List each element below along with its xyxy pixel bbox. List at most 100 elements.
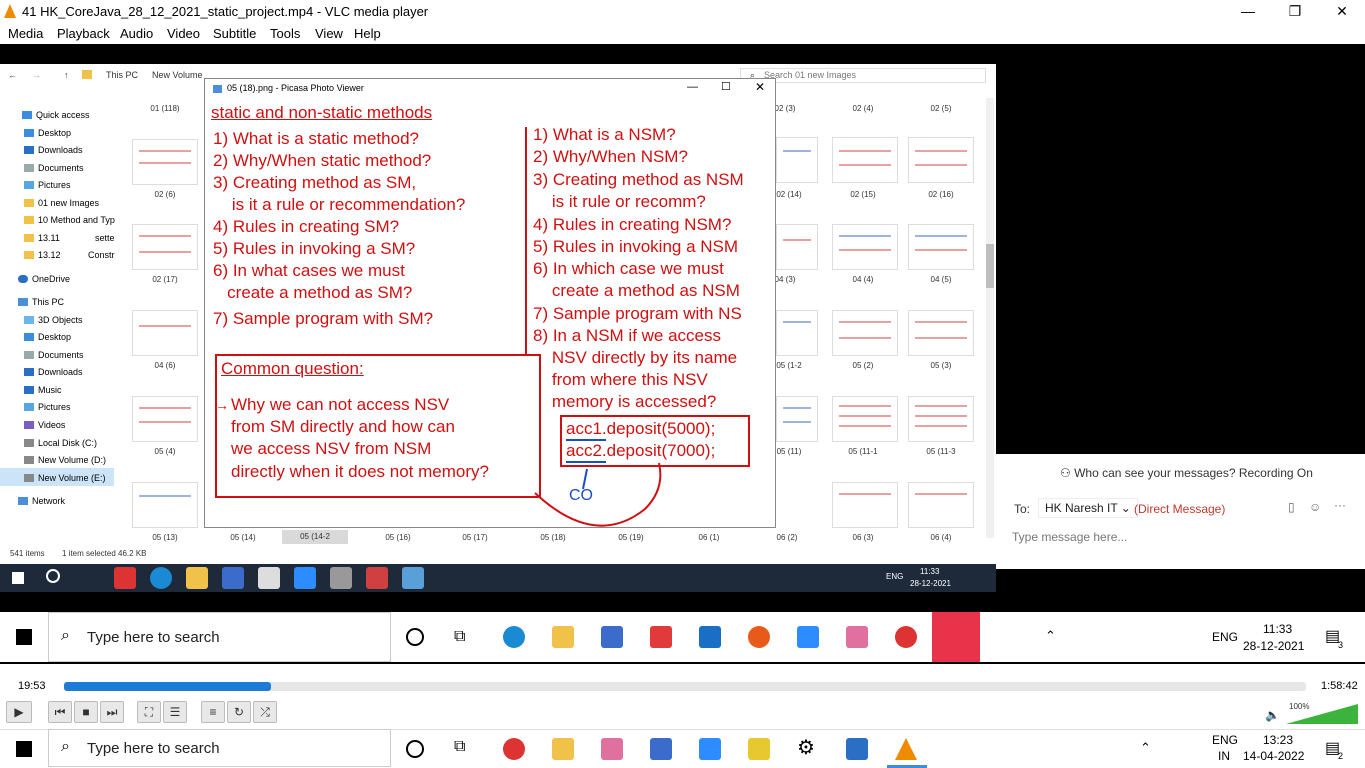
nav-local-disk-c[interactable]: Local Disk (C:)	[24, 438, 97, 448]
menu-view[interactable]: View	[315, 26, 343, 41]
picasa-close-button[interactable]: ✕	[755, 80, 765, 94]
app-icon[interactable]	[601, 738, 623, 760]
minimize-button[interactable]: —	[1225, 0, 1271, 24]
mail-icon[interactable]	[258, 567, 280, 589]
shuffle-button[interactable]: ⤮	[253, 701, 277, 723]
loop-button[interactable]: ↻	[227, 701, 251, 723]
play-button[interactable]: ▶	[6, 701, 32, 723]
tray-lang[interactable]: ENG	[1212, 733, 1238, 747]
task-view-icon[interactable]: ⧉	[454, 738, 465, 756]
video-area[interactable]: ← → ↑ This PC New Volume ⌕ Search 01 new…	[0, 44, 1365, 664]
file-thumbnail[interactable]	[132, 396, 198, 442]
picasa-taskbar-icon[interactable]	[402, 567, 424, 589]
recipient-dropdown[interactable]: HK Naresh IT ⌄	[1038, 498, 1138, 518]
file-thumbnail[interactable]	[908, 396, 974, 442]
file-thumbnail[interactable]	[832, 224, 898, 270]
nav-3d-objects[interactable]: 3D Objects	[24, 315, 83, 325]
menu-media[interactable]: Media	[8, 26, 43, 41]
windows-icon[interactable]	[16, 741, 32, 757]
seek-slider[interactable]	[64, 682, 1306, 691]
tray-lang[interactable]: ENG	[1212, 630, 1238, 644]
nav-new-volume-e[interactable]: New Volume (E:)	[24, 473, 106, 483]
file-thumbnail[interactable]	[832, 310, 898, 356]
file-thumbnail[interactable]	[776, 137, 818, 183]
nav-network[interactable]: Network	[18, 496, 65, 506]
message-input[interactable]: Type message here...	[1012, 530, 1352, 550]
zoom-icon[interactable]	[699, 738, 721, 760]
nav-documents-2[interactable]: Documents	[24, 350, 84, 360]
windows-icon[interactable]	[16, 629, 32, 645]
store-icon[interactable]	[222, 567, 244, 589]
nav-downloads-2[interactable]: Downloads	[24, 367, 83, 377]
edge-icon[interactable]	[150, 567, 172, 589]
close-button[interactable]: ✕	[1319, 0, 1365, 24]
gift-icon[interactable]	[650, 626, 672, 648]
picasa-minimize-button[interactable]: —	[687, 81, 698, 93]
chrome-icon[interactable]	[114, 567, 136, 589]
menu-tools[interactable]: Tools	[270, 26, 300, 41]
task-view-icon[interactable]: ⧉	[454, 628, 465, 646]
file-thumbnail[interactable]	[132, 224, 198, 270]
chevron-up-icon[interactable]: ⌃	[1045, 628, 1056, 644]
search-box[interactable]: ⌕ Type here to search	[48, 612, 391, 662]
file-thumbnail[interactable]	[908, 224, 974, 270]
store-icon[interactable]	[601, 626, 623, 648]
chrome-icon[interactable]	[503, 738, 525, 760]
scrollbar-thumb[interactable]	[986, 244, 994, 288]
chrome-icon[interactable]	[895, 626, 917, 648]
edge-icon[interactable]	[503, 626, 525, 648]
windows-icon[interactable]	[12, 572, 24, 584]
file-explorer-icon[interactable]	[552, 626, 574, 648]
breadcrumb-this-pc[interactable]: This PC	[106, 70, 138, 80]
file-thumbnail[interactable]	[832, 137, 898, 183]
next-button[interactable]: ⏭	[100, 701, 124, 723]
menu-video[interactable]: Video	[167, 26, 200, 41]
file-thumbnail[interactable]	[908, 482, 974, 528]
nav-documents[interactable]: Documents	[24, 163, 84, 173]
file-thumbnail[interactable]	[908, 137, 974, 183]
store-icon[interactable]	[650, 738, 672, 760]
record-icon[interactable]	[748, 626, 770, 648]
zoom-icon[interactable]	[294, 567, 316, 589]
menu-audio[interactable]: Audio	[120, 26, 153, 41]
menu-subtitle[interactable]: Subtitle	[213, 26, 256, 41]
nav-13-12[interactable]: 13.12	[24, 250, 61, 260]
file-thumbnail[interactable]	[908, 310, 974, 356]
app-icon[interactable]	[330, 567, 352, 589]
up-icon[interactable]: ↑	[64, 70, 69, 80]
stop-button[interactable]: ■	[74, 701, 98, 723]
taskbar-search-box[interactable]: ⌕ Type here to search	[48, 729, 391, 767]
app-icon[interactable]	[366, 567, 388, 589]
mail-icon[interactable]	[699, 626, 721, 648]
breadcrumb-new-volume[interactable]: New Volume	[152, 70, 203, 80]
menu-playback[interactable]: Playback	[57, 26, 110, 41]
file-thumbnail[interactable]	[132, 139, 198, 185]
nav-new-volume-d[interactable]: New Volume (D:)	[24, 455, 106, 465]
cortana-icon[interactable]	[406, 628, 424, 646]
emoji-icon[interactable]: ☺	[1309, 500, 1321, 514]
file-explorer-icon[interactable]	[186, 567, 208, 589]
more-options-icon[interactable]: ···	[1334, 498, 1346, 512]
file-thumbnail[interactable]	[832, 482, 898, 528]
restore-button[interactable]: ❐	[1272, 0, 1318, 24]
file-thumbnail[interactable]	[832, 396, 898, 442]
back-icon[interactable]: ←	[8, 70, 17, 80]
nav-onedrive[interactable]: OneDrive	[18, 274, 70, 284]
nav-desktop[interactable]: Desktop	[24, 128, 71, 138]
file-explorer-icon[interactable]	[552, 738, 574, 760]
vlc-taskbar-icon[interactable]	[895, 738, 917, 760]
file-icon[interactable]: ▯	[1288, 500, 1295, 514]
fullscreen-button[interactable]: ⛶	[137, 701, 161, 723]
file-thumbnail[interactable]	[132, 482, 198, 528]
nav-13-11[interactable]: 13.11	[24, 233, 60, 243]
previous-button[interactable]: ⏮	[48, 701, 72, 723]
nav-10-method[interactable]: 10 Method and Typ	[24, 215, 115, 225]
nav-videos[interactable]: Videos	[24, 420, 65, 430]
file-thumbnail[interactable]	[776, 310, 818, 356]
nav-desktop-2[interactable]: Desktop	[24, 332, 71, 342]
speaker-icon[interactable]: 🔈	[1265, 708, 1280, 722]
picasa-maximize-button[interactable]: ☐	[721, 80, 731, 93]
extended-settings-button[interactable]: ☰	[163, 701, 187, 723]
file-thumbnail[interactable]	[776, 396, 818, 442]
photos-icon[interactable]	[846, 738, 868, 760]
